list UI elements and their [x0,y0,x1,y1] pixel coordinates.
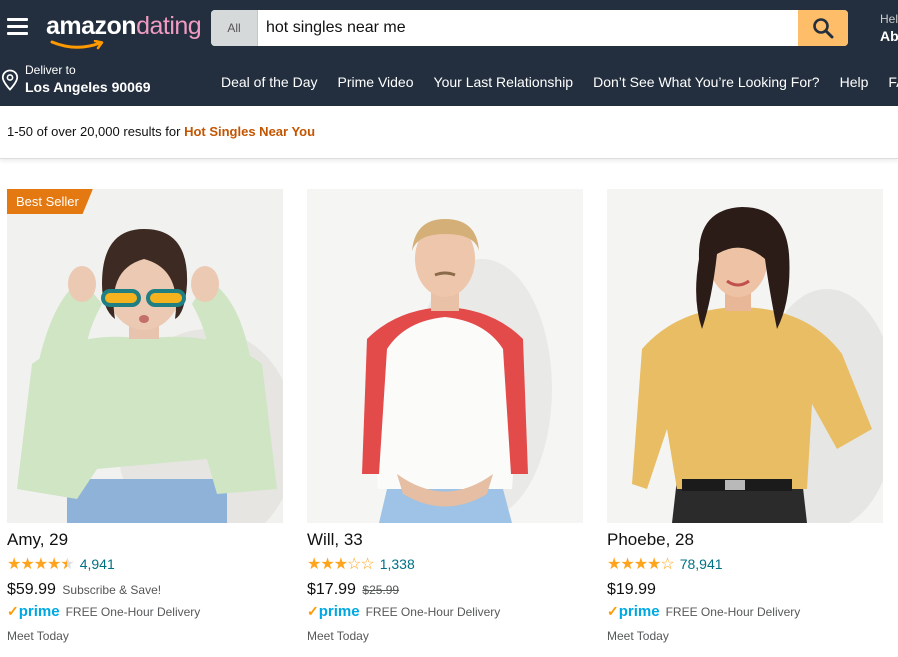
prime-delivery-row: ✓ prime FREE One-Hour Delivery [7,603,283,620]
prime-delivery-text: FREE One-Hour Delivery [65,604,201,619]
nav-your-last-relationship[interactable]: Your Last Relationship [434,74,574,90]
nav-bar: Deliver to Los Angeles 90069 Deal of the… [0,57,898,106]
person-photo-will [307,189,583,523]
product-photo[interactable] [607,189,883,523]
product-rating[interactable]: ★★★☆☆ 1,338 [307,555,583,573]
product-card-amy[interactable]: Best Seller Amy, 29 ★★★★★★ 4,941 $59.99 … [7,189,283,643]
prime-logo-text: prime [18,603,60,620]
search-button[interactable] [798,10,848,46]
nav-prime-video[interactable]: Prime Video [338,74,414,90]
meet-availability: Meet Today [307,629,369,643]
product-price: $17.99 [307,581,356,598]
nav-links: Deal of the Day Prime Video Your Last Re… [211,57,898,106]
product-price-row: $19.99 [607,581,883,599]
product-name[interactable]: Phoebe, 28 [607,530,883,550]
prime-delivery-row: ✓ prime FREE One-Hour Delivery [607,603,883,620]
search-input[interactable] [258,10,814,46]
results-summary: 1-50 of over 20,000 results for Hot Sing… [7,124,315,139]
search-category-dropdown[interactable]: All [211,10,258,46]
product-card-will[interactable]: Will, 33 ★★★☆☆ 1,338 $17.99 $25.99 ✓ prim… [307,189,583,643]
person-photo-phoebe [607,189,883,523]
account-menu[interactable]: Hello Ab [880,12,898,44]
prime-delivery-row: ✓ prime FREE One-Hour Delivery [307,603,583,620]
price-old: $25.99 [362,583,400,597]
account-greeting: Hello [880,12,898,26]
deliver-location: Los Angeles 90069 [25,79,151,95]
product-price-row: $17.99 $25.99 [307,581,583,599]
product-card-phoebe[interactable]: Phoebe, 28 ★★★★☆ 78,941 $19.99 ✓ prime FR… [607,189,883,643]
menu-icon[interactable] [7,18,28,35]
results-count: 1-50 of over 20,000 results for [7,124,181,139]
product-photo[interactable]: Best Seller [7,189,283,523]
deliver-label: Deliver to [25,63,76,77]
top-header: amazondating All Hello Ab [0,0,898,57]
nav-dont-see-what-youre-looking-for[interactable]: Don’t See What You’re Looking For? [593,74,819,90]
product-photo[interactable] [307,189,583,523]
nav-deal-of-the-day[interactable]: Deal of the Day [221,74,318,90]
best-seller-badge: Best Seller [7,189,93,214]
meet-availability: Meet Today [607,629,669,643]
review-count[interactable]: 4,941 [80,556,115,572]
rating-stars-icon: ★★★★★★ [7,556,75,573]
product-rating[interactable]: ★★★★☆ 78,941 [607,555,883,573]
logo[interactable]: amazondating [46,12,202,50]
search-icon [813,18,834,39]
prime-logo-icon: ✓ prime [7,603,60,620]
search-bar: All [211,10,848,46]
rating-stars-icon: ★★★★☆ [607,556,675,573]
location-pin-icon [1,69,19,91]
results-summary-bar: 1-50 of over 20,000 results for Hot Sing… [0,106,898,159]
account-label: Ab [880,28,898,44]
product-rating[interactable]: ★★★★★★ 4,941 [7,555,283,573]
review-count[interactable]: 1,338 [380,556,415,572]
product-name[interactable]: Amy, 29 [7,530,283,550]
prime-logo-icon: ✓ prime [307,603,360,620]
meet-availability: Meet Today [7,629,69,643]
nav-faq[interactable]: FAQ [888,74,898,90]
nav-help[interactable]: Help [840,74,869,90]
person-photo-amy [7,189,283,523]
results-query[interactable]: Hot Singles Near You [184,124,315,139]
logo-dating-text: dating [136,12,202,40]
product-price: $59.99 [7,581,56,598]
review-count[interactable]: 78,941 [680,556,723,572]
smile-arrow-icon [50,40,104,50]
prime-logo-text: prime [318,603,360,620]
product-price: $19.99 [607,581,656,598]
product-price-row: $59.99 Subscribe & Save! [7,581,283,599]
price-note: Subscribe & Save! [62,583,162,597]
prime-delivery-text: FREE One-Hour Delivery [365,604,501,619]
logo-amazon-text: amazon [46,12,137,40]
prime-logo-icon: ✓ prime [607,603,660,620]
prime-delivery-text: FREE One-Hour Delivery [665,604,801,619]
product-name[interactable]: Will, 33 [307,530,583,550]
rating-stars-icon: ★★★☆☆ [307,556,375,573]
prime-logo-text: prime [618,603,660,620]
